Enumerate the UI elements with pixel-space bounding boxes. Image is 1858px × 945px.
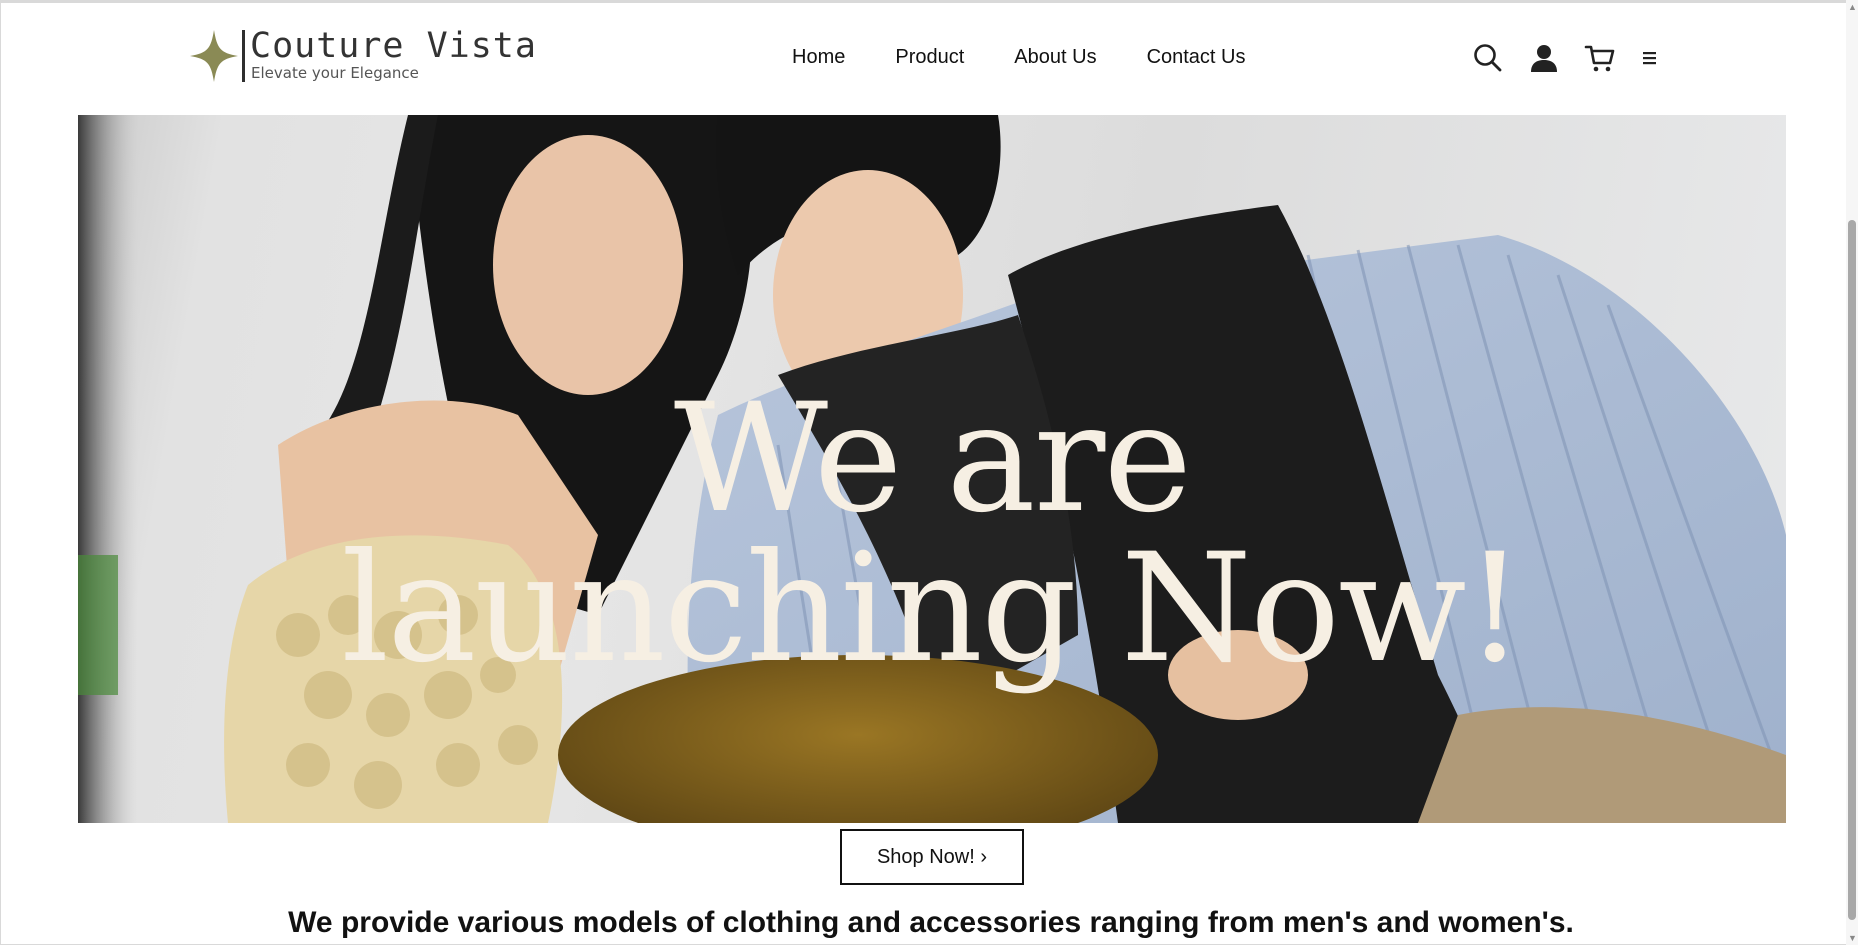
hero-heading-line2: launching Now! — [341, 522, 1525, 696]
search-icon[interactable] — [1472, 42, 1504, 74]
logo-divider — [242, 30, 245, 82]
brand-name: Couture Vista — [250, 26, 537, 66]
menu-icon[interactable] — [1640, 42, 1660, 74]
site-tagline: We provide various models of clothing an… — [288, 906, 1574, 939]
nav-product[interactable]: Product — [895, 46, 964, 69]
nav-about-us[interactable]: About Us — [1014, 46, 1096, 69]
brand-tagline: Elevate your Elegance — [251, 64, 419, 82]
brand-logo[interactable]: Couture Vista Elevate your Elegance — [190, 26, 570, 86]
cart-icon[interactable] — [1584, 42, 1616, 74]
site-header: Couture Vista Elevate your Elegance Home… — [0, 0, 1840, 112]
main-nav: Home Product About Us Contact Us — [792, 46, 1246, 69]
scrollbar-thumb[interactable] — [1848, 220, 1856, 920]
nav-contact-us[interactable]: Contact Us — [1147, 46, 1246, 69]
hero-heading-line1: We are — [673, 372, 1192, 546]
shop-now-button[interactable]: Shop Now! › — [840, 829, 1024, 885]
hero-heading: We are launching Now! — [78, 372, 1786, 696]
scroll-down-arrow-icon[interactable]: ▼ — [1848, 933, 1857, 943]
user-icon[interactable] — [1528, 42, 1560, 74]
scroll-up-arrow-icon[interactable]: ▲ — [1848, 2, 1857, 12]
nav-home[interactable]: Home — [792, 46, 845, 69]
hero-banner: We are launching Now! — [78, 115, 1786, 823]
diamond-star-icon — [190, 30, 238, 82]
scrollbar[interactable]: ▲ ▼ — [1846, 0, 1858, 945]
